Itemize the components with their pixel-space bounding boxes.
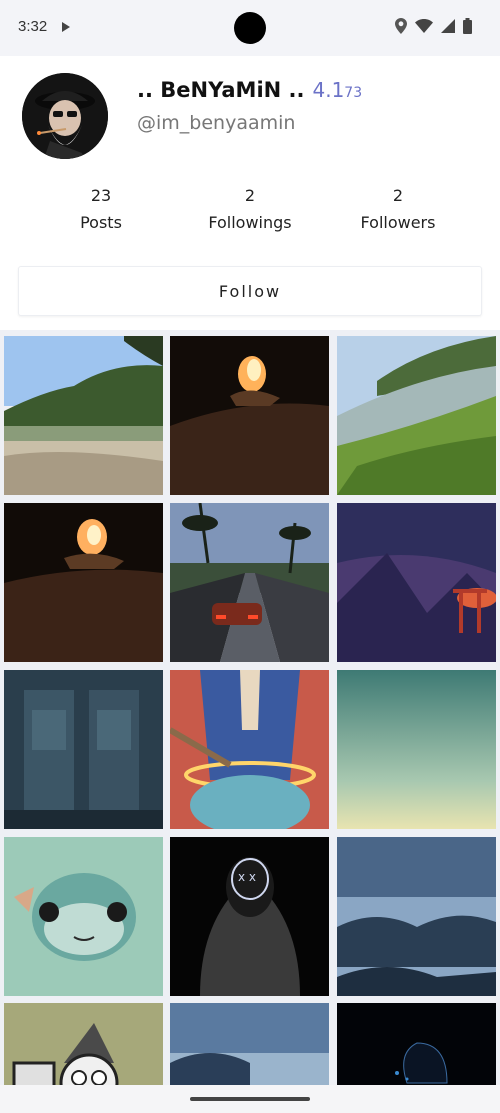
posts-label: Posts xyxy=(80,213,122,232)
post-tile-blue-rocky-sea-photo[interactable] xyxy=(337,837,496,996)
profile-header: .. BeNYaMiN .. 4.173 @im_benyaamin 23 Po… xyxy=(0,56,500,330)
post-tile-denim-pockets-photo[interactable] xyxy=(4,670,163,829)
signal-icon xyxy=(441,19,455,33)
stat-followings[interactable]: 2 Followings xyxy=(180,186,320,232)
stat-followers[interactable]: 2 Followers xyxy=(328,186,468,232)
post-tile-teal-sky-horizon-photo[interactable] xyxy=(337,670,496,829)
post-tile-neon-mask-hoodie-art[interactable]: x x xyxy=(170,837,329,996)
profile-stats: 23 Posts 2 Followings 2 Followers xyxy=(0,186,500,236)
play-icon xyxy=(62,22,70,32)
follow-button[interactable]: Follow xyxy=(18,266,482,316)
status-bar: 3:32 xyxy=(0,0,500,56)
post-tile-campfire-at-night-photo[interactable] xyxy=(170,336,329,495)
name-row: .. BeNYaMiN .. 4.173 xyxy=(137,78,362,102)
score-sub: 73 xyxy=(344,85,363,101)
posts-grid: x x xyxy=(0,330,500,1113)
username: @im_benyaamin xyxy=(137,112,296,134)
avatar[interactable] xyxy=(22,73,108,159)
location-icon xyxy=(395,18,407,34)
stat-posts[interactable]: 23 Posts xyxy=(31,186,171,232)
score-main: 4.1 xyxy=(312,78,345,102)
home-gesture-handle[interactable] xyxy=(190,1097,310,1101)
status-time: 3:32 xyxy=(18,18,48,35)
followings-count: 2 xyxy=(244,186,256,205)
followers-label: Followers xyxy=(360,213,436,232)
post-tile-campfire-closeup-photo[interactable] xyxy=(4,503,163,662)
display-name: .. BeNYaMiN .. xyxy=(137,78,305,102)
battery-icon xyxy=(463,18,472,34)
post-tile-pufferfish-photo[interactable] xyxy=(4,837,163,996)
navigation-bar xyxy=(0,1085,500,1113)
post-tile-anime-halo-illustration[interactable] xyxy=(170,670,329,829)
followings-label: Followings xyxy=(208,213,292,232)
posts-count: 23 xyxy=(90,186,112,205)
status-icons xyxy=(395,18,472,34)
svg-text:x x: x x xyxy=(238,870,256,884)
wifi-icon xyxy=(415,19,433,33)
user-score: 4.173 xyxy=(312,78,362,102)
post-tile-sports-car-palm-road-photo[interactable] xyxy=(170,503,329,662)
post-tile-hills-and-lake-photo[interactable] xyxy=(4,336,163,495)
camera-cutout xyxy=(234,12,266,44)
post-tile-purple-mountain-torii-art[interactable] xyxy=(337,503,496,662)
followers-count: 2 xyxy=(392,186,404,205)
post-tile-river-and-grass-photo[interactable] xyxy=(337,336,496,495)
